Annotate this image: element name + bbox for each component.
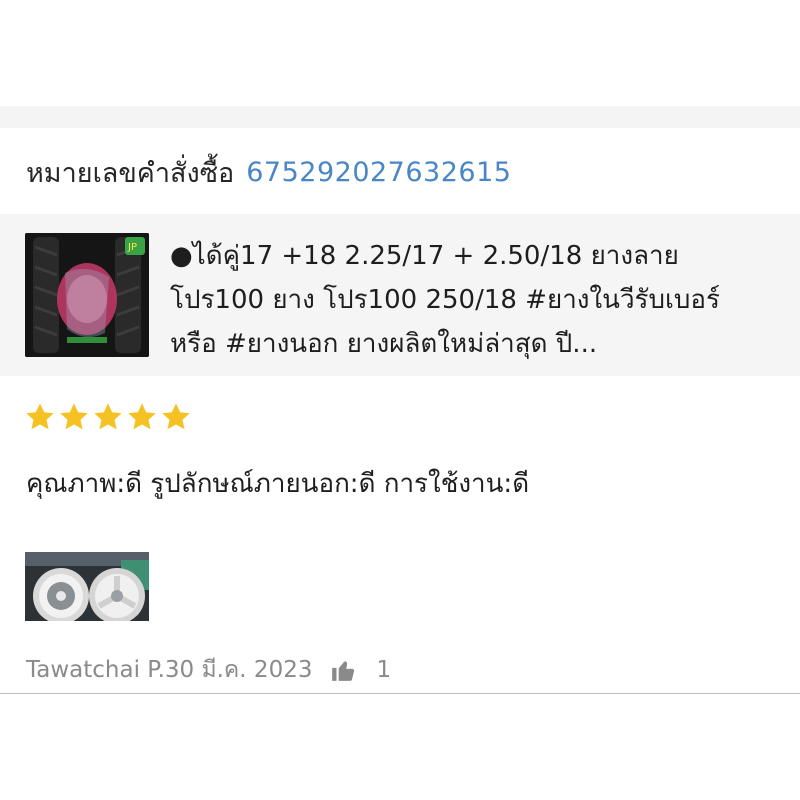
product-title[interactable]: ●ได้คู่17 +18 2.25/17 + 2.50/18 ยางลาย โ… (170, 234, 770, 366)
product-thumbnail[interactable]: JP (25, 233, 149, 357)
star-icon (26, 403, 54, 430)
thumbs-up-icon[interactable] (330, 657, 356, 683)
star-icon (162, 403, 190, 430)
star-icon (60, 403, 88, 430)
svg-text:JP: JP (127, 242, 137, 253)
product-card[interactable]: JP ●ได้คู่17 +18 2.25/17 + 2.50/18 ยางลา… (0, 214, 800, 376)
wheels-photo-icon (25, 552, 149, 621)
tire-image-icon: JP (25, 233, 149, 357)
star-icon (128, 403, 156, 430)
star-rating (24, 401, 192, 435)
bottom-divider (0, 693, 800, 694)
review-photo[interactable] (25, 552, 149, 621)
order-number-value[interactable]: 675292027632615 (246, 157, 511, 188)
review-text: คุณภาพ:ดี รูปลักษณ์ภายนอก:ดี การใช้งาน:ด… (26, 469, 530, 499)
top-separator-band (0, 106, 800, 128)
order-number-row: หมายเลขคำสั่งซื้อ 675292027632615 (26, 150, 511, 194)
like-count: 1 (376, 657, 392, 683)
star-icon (94, 403, 122, 430)
reviewer-meta: Tawatchai P.30 มี.ค. 2023 (26, 657, 313, 683)
review-footer: Tawatchai P.30 มี.ค. 2023 1 (26, 650, 391, 690)
order-number-label: หมายเลขคำสั่งซื้อ (26, 157, 235, 189)
